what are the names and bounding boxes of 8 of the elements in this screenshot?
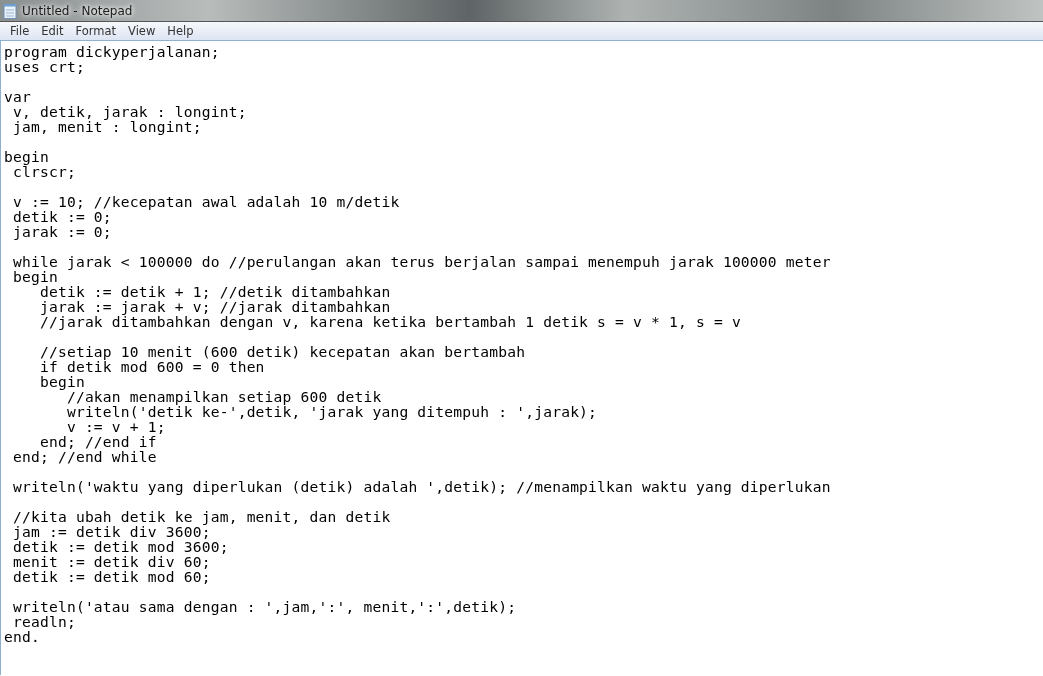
menu-item[interactable]: File (4, 22, 36, 40)
menu-item[interactable]: Format (69, 22, 123, 40)
notepad-icon (3, 2, 17, 19)
menu-item[interactable]: Edit (35, 22, 70, 40)
window-title: Untitled - Notepad (22, 2, 133, 20)
text-area[interactable]: program dickyperjalanan; uses crt; var v, detik, jarak : longint; jam, menit : longint; begin clrscr; v := 10; //kecepatan awal adalah 10 m/detik detik := 0; jarak := 0; while jarak < 100000 do //perulangan akan terus berjalan sampai menempuh jarak 100000 meter begin detik := detik + 1; //detik ditambahkan jarak := jarak + v; //jarak ditambahkan //jarak ditambahkan dengan v, karena ketika bertambah 1 detik s = v * 1, s = v //setiap 10 menit (600 detik) kecepatan akan bertambah if detik mod 600 = 0 then begin //akan menampilkan setiap 600 detik writeln('detik ke-',detik, 'jarak yang ditempuh : ',jarak); v := v + 1; end; //end if end; //end while writeln('waktu yang diperlukan (detik) adalah ',detik); //menampilkan waktu yang diperlukan //kita ubah detik ke jam, menit, dan detik jam := detik div 3600; detik := detik mod 3600; menit := detik div 60; detik := detik mod 60; writeln('atau sama dengan : ',jam,':', menit,':',detik); readln; end. (0, 41, 1043, 675)
menu-item[interactable]: Help (161, 22, 200, 40)
menu-item[interactable]: View (122, 22, 162, 40)
